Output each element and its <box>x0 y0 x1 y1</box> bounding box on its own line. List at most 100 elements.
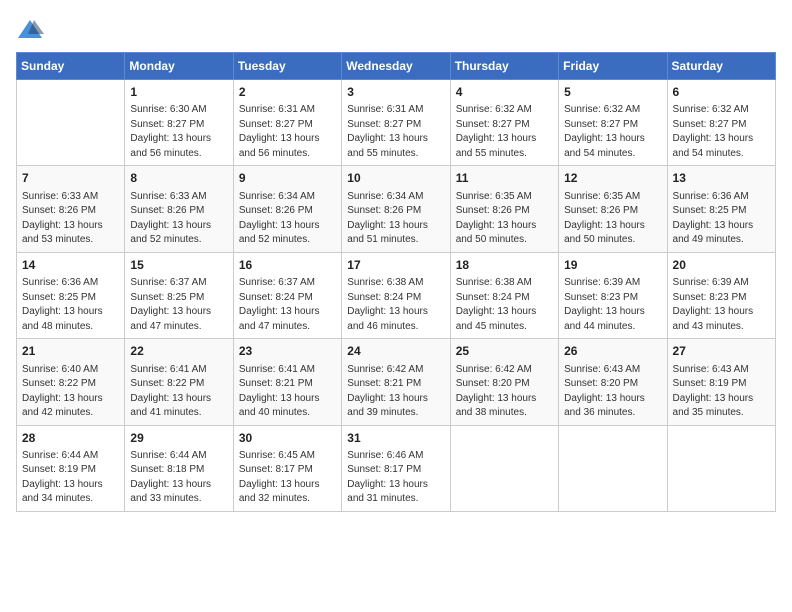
day-info: Sunrise: 6:42 AM Sunset: 8:21 PM Dayligh… <box>347 363 444 421</box>
day-cell: 16 Sunrise: 6:37 AM Sunset: 8:24 PM Dayli… <box>233 252 341 338</box>
day-number: 23 <box>239 343 336 360</box>
day-cell: 28 Sunrise: 6:44 AM Sunset: 8:19 PM Dayli… <box>17 425 125 511</box>
day-number: 19 <box>564 257 661 274</box>
week-row: 1 Sunrise: 6:30 AM Sunset: 8:27 PM Daylig… <box>17 80 776 166</box>
day-cell: 7 Sunrise: 6:33 AM Sunset: 8:26 PM Daylig… <box>17 166 125 252</box>
day-cell: 6 Sunrise: 6:32 AM Sunset: 8:27 PM Daylig… <box>667 80 775 166</box>
day-cell: 14 Sunrise: 6:36 AM Sunset: 8:25 PM Dayli… <box>17 252 125 338</box>
day-cell: 1 Sunrise: 6:30 AM Sunset: 8:27 PM Daylig… <box>125 80 233 166</box>
day-info: Sunrise: 6:32 AM Sunset: 8:27 PM Dayligh… <box>673 103 770 161</box>
day-number: 1 <box>130 84 227 101</box>
day-cell: 30 Sunrise: 6:45 AM Sunset: 8:17 PM Dayli… <box>233 425 341 511</box>
day-number: 7 <box>22 170 119 187</box>
day-info: Sunrise: 6:37 AM Sunset: 8:25 PM Dayligh… <box>130 276 227 334</box>
day-cell <box>667 425 775 511</box>
day-cell: 23 Sunrise: 6:41 AM Sunset: 8:21 PM Dayli… <box>233 339 341 425</box>
day-info: Sunrise: 6:30 AM Sunset: 8:27 PM Dayligh… <box>130 103 227 161</box>
calendar-header: SundayMondayTuesdayWednesdayThursdayFrid… <box>17 53 776 80</box>
day-info: Sunrise: 6:36 AM Sunset: 8:25 PM Dayligh… <box>22 276 119 334</box>
day-cell: 29Sunrise: 6:44 AM Sunset: 8:18 PM Dayli… <box>125 425 233 511</box>
day-info: Sunrise: 6:33 AM Sunset: 8:26 PM Dayligh… <box>22 190 119 248</box>
day-info: Sunrise: 6:43 AM Sunset: 8:19 PM Dayligh… <box>673 363 770 421</box>
day-info: Sunrise: 6:35 AM Sunset: 8:26 PM Dayligh… <box>456 190 553 248</box>
day-info: Sunrise: 6:44 AM Sunset: 8:19 PM Dayligh… <box>22 449 119 507</box>
day-info: Sunrise: 6:41 AM Sunset: 8:22 PM Dayligh… <box>130 363 227 421</box>
day-number: 22 <box>130 343 227 360</box>
day-number: 18 <box>456 257 553 274</box>
day-number: 17 <box>347 257 444 274</box>
week-row: 7 Sunrise: 6:33 AM Sunset: 8:26 PM Daylig… <box>17 166 776 252</box>
day-cell: 5Sunrise: 6:32 AM Sunset: 8:27 PM Daylig… <box>559 80 667 166</box>
week-row: 14 Sunrise: 6:36 AM Sunset: 8:25 PM Dayli… <box>17 252 776 338</box>
calendar-body: 1 Sunrise: 6:30 AM Sunset: 8:27 PM Daylig… <box>17 80 776 512</box>
day-number: 11 <box>456 170 553 187</box>
day-number: 24 <box>347 343 444 360</box>
day-info: Sunrise: 6:44 AM Sunset: 8:18 PM Dayligh… <box>130 449 227 507</box>
header-cell-tuesday: Tuesday <box>233 53 341 80</box>
day-info: Sunrise: 6:36 AM Sunset: 8:25 PM Dayligh… <box>673 190 770 248</box>
header-cell-sunday: Sunday <box>17 53 125 80</box>
day-cell: 17 Sunrise: 6:38 AM Sunset: 8:24 PM Dayli… <box>342 252 450 338</box>
day-number: 26 <box>564 343 661 360</box>
day-info: Sunrise: 6:34 AM Sunset: 8:26 PM Dayligh… <box>239 190 336 248</box>
day-number: 8 <box>130 170 227 187</box>
day-number: 21 <box>22 343 119 360</box>
day-cell: 22 Sunrise: 6:41 AM Sunset: 8:22 PM Dayli… <box>125 339 233 425</box>
day-number: 25 <box>456 343 553 360</box>
day-number: 27 <box>673 343 770 360</box>
day-cell: 2Sunrise: 6:31 AM Sunset: 8:27 PM Daylig… <box>233 80 341 166</box>
header-cell-wednesday: Wednesday <box>342 53 450 80</box>
day-info: Sunrise: 6:35 AM Sunset: 8:26 PM Dayligh… <box>564 190 661 248</box>
day-number: 4 <box>456 84 553 101</box>
day-cell: 18Sunrise: 6:38 AM Sunset: 8:24 PM Dayli… <box>450 252 558 338</box>
day-info: Sunrise: 6:34 AM Sunset: 8:26 PM Dayligh… <box>347 190 444 248</box>
day-cell <box>17 80 125 166</box>
day-number: 6 <box>673 84 770 101</box>
day-number: 2 <box>239 84 336 101</box>
day-cell: 20 Sunrise: 6:39 AM Sunset: 8:23 PM Dayli… <box>667 252 775 338</box>
week-row: 28 Sunrise: 6:44 AM Sunset: 8:19 PM Dayli… <box>17 425 776 511</box>
day-number: 13 <box>673 170 770 187</box>
day-cell: 15 Sunrise: 6:37 AM Sunset: 8:25 PM Dayli… <box>125 252 233 338</box>
day-cell: 10 Sunrise: 6:34 AM Sunset: 8:26 PM Dayli… <box>342 166 450 252</box>
day-info: Sunrise: 6:38 AM Sunset: 8:24 PM Dayligh… <box>347 276 444 334</box>
header-cell-monday: Monday <box>125 53 233 80</box>
header-cell-friday: Friday <box>559 53 667 80</box>
day-number: 20 <box>673 257 770 274</box>
week-row: 21 Sunrise: 6:40 AM Sunset: 8:22 PM Dayli… <box>17 339 776 425</box>
day-cell: 12 Sunrise: 6:35 AM Sunset: 8:26 PM Dayli… <box>559 166 667 252</box>
day-cell: 8Sunrise: 6:33 AM Sunset: 8:26 PM Daylig… <box>125 166 233 252</box>
day-number: 28 <box>22 430 119 447</box>
page-header <box>16 16 776 44</box>
day-number: 14 <box>22 257 119 274</box>
day-info: Sunrise: 6:45 AM Sunset: 8:17 PM Dayligh… <box>239 449 336 507</box>
day-cell <box>559 425 667 511</box>
day-info: Sunrise: 6:37 AM Sunset: 8:24 PM Dayligh… <box>239 276 336 334</box>
day-number: 31 <box>347 430 444 447</box>
day-info: Sunrise: 6:39 AM Sunset: 8:23 PM Dayligh… <box>673 276 770 334</box>
day-info: Sunrise: 6:43 AM Sunset: 8:20 PM Dayligh… <box>564 363 661 421</box>
day-cell: 3 Sunrise: 6:31 AM Sunset: 8:27 PM Daylig… <box>342 80 450 166</box>
header-row: SundayMondayTuesdayWednesdayThursdayFrid… <box>17 53 776 80</box>
calendar-table: SundayMondayTuesdayWednesdayThursdayFrid… <box>16 52 776 512</box>
logo <box>16 16 48 44</box>
day-cell: 31Sunrise: 6:46 AM Sunset: 8:17 PM Dayli… <box>342 425 450 511</box>
day-cell: 26 Sunrise: 6:43 AM Sunset: 8:20 PM Dayli… <box>559 339 667 425</box>
day-info: Sunrise: 6:40 AM Sunset: 8:22 PM Dayligh… <box>22 363 119 421</box>
day-number: 16 <box>239 257 336 274</box>
day-number: 15 <box>130 257 227 274</box>
day-number: 3 <box>347 84 444 101</box>
day-cell <box>450 425 558 511</box>
day-info: Sunrise: 6:31 AM Sunset: 8:27 PM Dayligh… <box>347 103 444 161</box>
day-cell: 9Sunrise: 6:34 AM Sunset: 8:26 PM Daylig… <box>233 166 341 252</box>
header-cell-saturday: Saturday <box>667 53 775 80</box>
header-cell-thursday: Thursday <box>450 53 558 80</box>
day-cell: 4Sunrise: 6:32 AM Sunset: 8:27 PM Daylig… <box>450 80 558 166</box>
day-number: 12 <box>564 170 661 187</box>
day-number: 10 <box>347 170 444 187</box>
day-number: 30 <box>239 430 336 447</box>
day-info: Sunrise: 6:41 AM Sunset: 8:21 PM Dayligh… <box>239 363 336 421</box>
day-cell: 19Sunrise: 6:39 AM Sunset: 8:23 PM Dayli… <box>559 252 667 338</box>
day-number: 5 <box>564 84 661 101</box>
day-cell: 25Sunrise: 6:42 AM Sunset: 8:20 PM Dayli… <box>450 339 558 425</box>
